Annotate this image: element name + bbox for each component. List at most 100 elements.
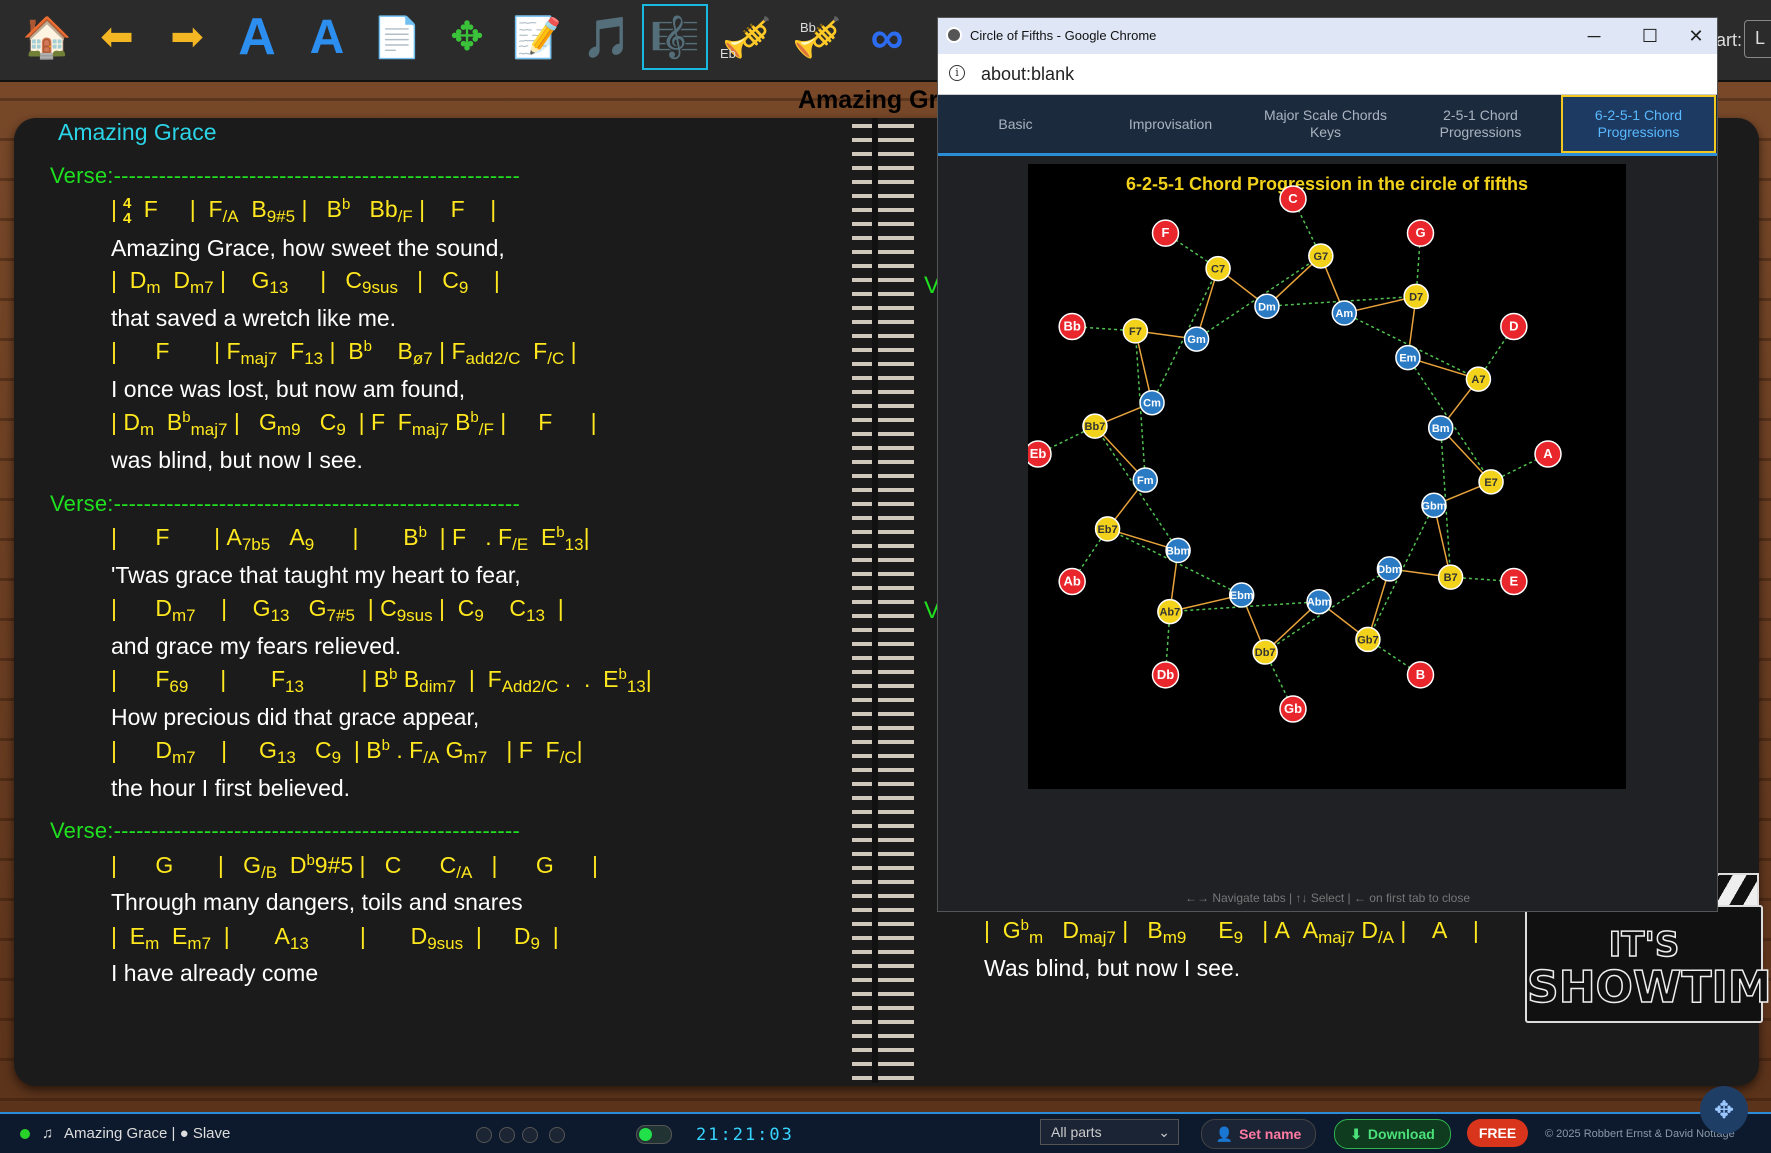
- chord-line: | G | G/B Db9#5 | C C/A | G |: [111, 852, 599, 882]
- bb-trumpet-icon[interactable]: 🎺: [786, 6, 848, 68]
- fullscreen-arrows-icon[interactable]: ✥: [436, 6, 498, 68]
- download-icon: ⬇: [1350, 1125, 1362, 1142]
- key-node: Ab: [1058, 567, 1086, 596]
- key-node: G: [1406, 219, 1435, 247]
- font-decrease-icon[interactable]: A: [296, 6, 358, 68]
- minor-node: Dbm: [1376, 556, 1403, 582]
- chrome-icon: [946, 27, 962, 43]
- download-label: Download: [1367, 1126, 1435, 1142]
- font-increase-icon[interactable]: A: [226, 6, 288, 68]
- indicator-dot: [476, 1127, 492, 1143]
- chord-line: | Em Em7 | A13 | D9sus | D9 |: [111, 923, 559, 953]
- svg-text:C7: C7: [1211, 264, 1225, 276]
- minor-node: Am: [1331, 300, 1358, 326]
- svg-text:A: A: [1543, 446, 1553, 461]
- svg-text:E: E: [1510, 574, 1519, 589]
- lyric-line: Was blind, but now I see.: [984, 955, 1241, 981]
- svg-text:Eb7: Eb7: [1097, 524, 1117, 536]
- svg-text:F7: F7: [1129, 326, 1142, 338]
- key-node: C: [1279, 185, 1307, 213]
- dominant-node: Ab7: [1157, 598, 1183, 625]
- svg-text:Ab: Ab: [1063, 574, 1080, 589]
- tab-improvisation[interactable]: Improvisation: [1093, 95, 1248, 153]
- parts-select[interactable]: All parts ⌄: [1040, 1119, 1179, 1145]
- lyric-line: that saved a wretch like me.: [111, 305, 397, 331]
- part-select[interactable]: L: [1744, 20, 1771, 58]
- indicator-dot: [522, 1127, 538, 1143]
- copyright: © 2025 Robbert Ernst & David Nottage: [1545, 1128, 1735, 1140]
- dominant-node: Db7: [1252, 639, 1278, 665]
- toggle-knob: [639, 1128, 652, 1141]
- document-music-icon[interactable]: 📄: [366, 6, 428, 68]
- lyric-line: How precious did that grace appear,: [111, 704, 480, 730]
- address-bar[interactable]: i about:blank: [938, 54, 1717, 95]
- download-button[interactable]: ⬇ Download: [1334, 1119, 1451, 1149]
- live-toggle[interactable]: [636, 1125, 672, 1144]
- forward-arrow-icon[interactable]: ➡: [156, 6, 218, 68]
- svg-text:Dm: Dm: [1258, 301, 1276, 313]
- svg-text:Eb: Eb: [1030, 446, 1047, 461]
- tab-bar: Basic Improvisation Major Scale Chords K…: [938, 95, 1717, 156]
- back-arrow-icon[interactable]: ⬅: [86, 6, 148, 68]
- svg-text:B7: B7: [1444, 572, 1458, 584]
- lyric-line: was blind, but now I see.: [111, 447, 363, 473]
- key-node: F: [1151, 219, 1180, 247]
- chevron-down-icon: ⌄: [1158, 1124, 1170, 1140]
- tab-major-scale-chords[interactable]: Major Scale Chords Keys: [1248, 95, 1403, 153]
- music-note-icon[interactable]: 🎵: [576, 6, 638, 68]
- close-icon[interactable]: ✕: [1676, 22, 1716, 50]
- minor-node: Gm: [1183, 326, 1210, 352]
- user-icon: 👤: [1215, 1125, 1234, 1142]
- free-badge[interactable]: FREE: [1467, 1119, 1528, 1147]
- set-name-label: Set name: [1239, 1126, 1302, 1142]
- indicator-dot: [499, 1127, 515, 1143]
- svg-text:Fm: Fm: [1137, 475, 1154, 487]
- svg-text:Am: Am: [1335, 308, 1353, 320]
- showtime-line1: IT'S: [1608, 924, 1680, 966]
- meta-icon[interactable]: ∞: [856, 6, 918, 68]
- svg-text:F: F: [1162, 225, 1170, 240]
- svg-text:E7: E7: [1484, 477, 1497, 489]
- minimize-icon[interactable]: ─: [1574, 22, 1614, 50]
- maximize-icon[interactable]: ☐: [1630, 22, 1670, 50]
- chord-line: | Dm7 | G13 C9 | Bb . F/A Gm7 | F F/C|: [111, 737, 583, 767]
- info-icon[interactable]: i: [949, 65, 965, 81]
- key-node: E: [1500, 567, 1528, 596]
- home-icon[interactable]: 🏠: [16, 6, 78, 68]
- move-icon[interactable]: ✥: [1700, 1086, 1748, 1134]
- minor-node: Abm: [1306, 588, 1332, 615]
- svg-text:Gm: Gm: [1187, 334, 1206, 346]
- svg-text:D: D: [1509, 319, 1518, 334]
- svg-text:Bb7: Bb7: [1085, 421, 1106, 433]
- verse-label: Verse:----------------------------------…: [50, 491, 520, 516]
- svg-text:Cm: Cm: [1143, 398, 1161, 410]
- dominant-node: F7: [1122, 318, 1149, 344]
- tab-2-5-1[interactable]: 2-5-1 Chord Progressions: [1403, 95, 1558, 153]
- svg-text:Bm: Bm: [1432, 423, 1450, 435]
- lyric-line: 'Twas grace that taught my heart to fear…: [111, 562, 521, 588]
- transpose-clef-icon[interactable]: 🎼: [642, 4, 708, 70]
- tab-basic[interactable]: Basic: [938, 95, 1093, 153]
- lyric-line: I have already come: [111, 960, 319, 986]
- chord-line: | Gbm Dmaj7 | Bm9 E9 | A Amaj7 D/A | A |: [984, 917, 1479, 947]
- tab-6-2-5-1[interactable]: 6-2-5-1 Chord Progressions: [1561, 95, 1716, 153]
- verse-label: Verse:----------------------------------…: [50, 818, 520, 843]
- chord-line: | 4 4 F | F/A B9#5 | Bb Bb/F | F |: [111, 195, 497, 227]
- lyric-line: Amazing Grace, how sweet the sound,: [111, 235, 505, 261]
- keyboard-hint: ←→ Navigate tabs | ↑↓ Select | ← on firs…: [1184, 891, 1471, 905]
- lyric-line: Through many dangers, toils and snares: [111, 889, 523, 915]
- key-node: B: [1406, 661, 1435, 689]
- svg-text:Ab7: Ab7: [1159, 607, 1180, 619]
- key-node: Db: [1151, 661, 1180, 689]
- svg-text:A7: A7: [1471, 374, 1485, 386]
- song-title: Amazing Grace: [58, 119, 217, 145]
- set-name-button[interactable]: 👤 Set name: [1201, 1119, 1316, 1149]
- window-titlebar[interactable]: Circle of Fifths - Google Chrome ─ ☐ ✕: [938, 18, 1717, 54]
- status-bar: ♫ Amazing Grace | ● Slave 21:21:03 All p…: [0, 1112, 1771, 1153]
- showtime-logo: IT'S SHOWTIME: [1525, 905, 1771, 1023]
- svg-text:B: B: [1416, 667, 1425, 682]
- edit-note-icon[interactable]: 📝: [506, 6, 568, 68]
- svg-text:Gb: Gb: [1284, 701, 1302, 716]
- dominant-node: E7: [1478, 469, 1504, 495]
- minor-node: Ebm: [1228, 582, 1255, 608]
